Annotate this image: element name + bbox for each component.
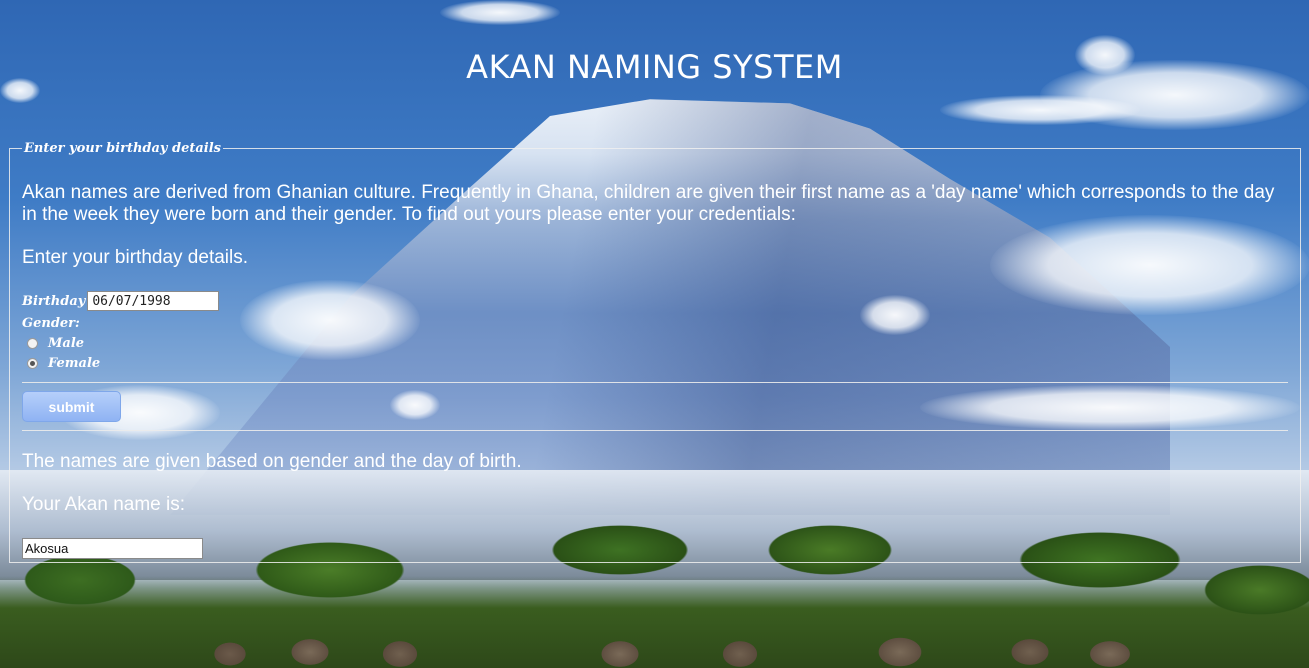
birthday-row: Birthday xyxy=(22,289,1288,313)
male-radio[interactable] xyxy=(27,337,38,349)
form-legend: Enter your birthday details xyxy=(24,141,221,156)
cloud xyxy=(440,0,560,25)
divider xyxy=(22,382,1288,383)
divider xyxy=(22,430,1288,431)
birthday-form: Enter your birthday details Akan names a… xyxy=(9,141,1301,563)
elephant-herd xyxy=(200,632,1189,668)
gender-label: Gender: xyxy=(22,316,80,331)
birthday-input[interactable] xyxy=(87,291,220,311)
female-label: Female xyxy=(48,355,101,371)
page-title: AKAN NAMING SYSTEM xyxy=(466,48,843,86)
gender-option-male[interactable]: Male xyxy=(22,333,1288,353)
cloud xyxy=(940,95,1140,125)
result-label: Your Akan name is: xyxy=(22,494,186,515)
prompt-text: Enter your birthday details. xyxy=(22,247,249,268)
intro-text: Akan names are derived from Ghanian cult… xyxy=(22,182,1275,225)
akan-name-output[interactable] xyxy=(22,538,203,559)
female-radio[interactable] xyxy=(27,357,38,369)
info-text: The names are given based on gender and … xyxy=(22,451,522,472)
submit-button[interactable]: submit xyxy=(22,391,121,422)
male-label: Male xyxy=(48,335,85,351)
gender-option-female[interactable]: Female xyxy=(22,353,1288,373)
birthday-label: Birthday xyxy=(22,293,86,309)
